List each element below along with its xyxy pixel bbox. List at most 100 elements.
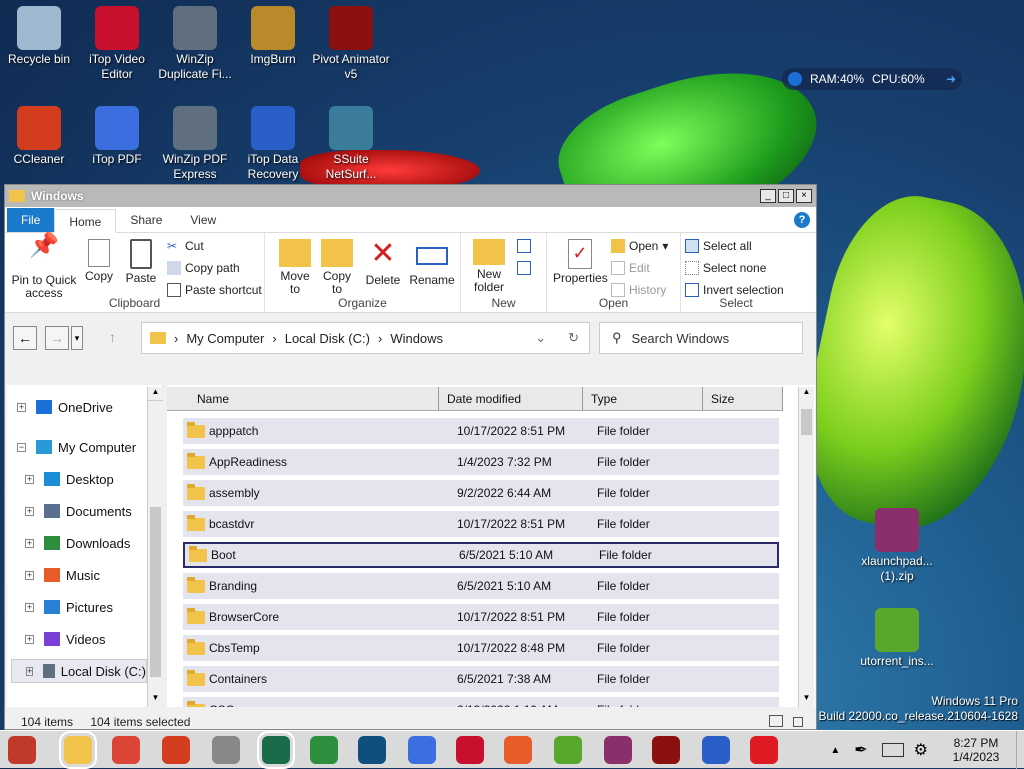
scroll-down-arrow[interactable]: ▼ [148,693,163,707]
tab-share[interactable]: Share [116,208,176,232]
file-row[interactable]: BrowserCore 10/17/2022 8:51 PM File folder [183,604,779,630]
address-bar[interactable]: › My Computer › Local Disk (C:) › Window… [141,322,590,354]
nav-item[interactable]: + Pictures [25,595,113,619]
nav-item[interactable]: − My Computer [17,435,136,459]
file-row[interactable]: bcastdvr 10/17/2022 8:51 PM File folder [183,511,779,537]
updater-icon[interactable] [257,731,295,769]
desktop-icon[interactable]: Recycle bin [0,6,78,67]
itop-pdf-icon[interactable] [408,736,436,764]
new-item-button[interactable] [517,239,531,253]
title-bar[interactable]: Windows _ □ × [5,185,816,207]
show-desktop-button[interactable] [1016,731,1024,769]
scroll-thumb[interactable] [801,409,812,435]
file-row[interactable]: CbsTemp 10/17/2022 8:48 PM File folder [183,635,779,661]
nav-item[interactable]: + Downloads [25,531,130,555]
file-row[interactable]: CSC2/13/2022 1:19 AMFile folder [183,697,779,707]
arrow-right-icon[interactable]: ➜ [946,72,956,86]
scroll-up-arrow[interactable]: ▲ [148,387,163,401]
file-row[interactable]: assembly 9/2/2022 6:44 AM File folder [183,480,779,506]
scroll-down-arrow[interactable]: ▼ [799,693,814,707]
edit-button[interactable]: Edit [611,261,650,275]
delete-button[interactable]: ✕ Delete [363,239,403,287]
video-editor-icon[interactable] [456,736,484,764]
column-name[interactable]: Name [167,387,439,411]
search-input[interactable]: ⚲ Search Windows [599,322,803,354]
breadcrumb-windows[interactable]: Windows [390,331,443,346]
nav-item[interactable]: + OneDrive [17,395,113,419]
file-row[interactable]: Boot 6/5/2021 5:10 AM File folder [183,542,779,568]
tab-home[interactable]: Home [54,209,117,233]
pin-quick-access-button[interactable]: 📌 Pin to Quick access [9,234,79,300]
expand-icon[interactable]: + [25,538,34,548]
vpn-icon[interactable] [504,736,532,764]
invert-selection-button[interactable]: Invert selection [685,283,784,297]
file-explorer-icon[interactable] [59,731,97,769]
nav-item[interactable]: + Videos [25,627,106,651]
move-to-button[interactable]: Move to [277,239,313,296]
minimize-button[interactable]: _ [760,189,776,203]
close-button[interactable]: × [796,189,812,203]
refresh-icon[interactable]: ↻ [568,330,579,346]
expand-icon[interactable]: + [25,506,34,516]
nav-item[interactable]: + Documents [25,499,132,523]
desktop-icon[interactable]: Pivot Animator v5 [312,6,390,82]
nav-scrollbar[interactable]: ▲ ▼ [147,387,163,707]
new-folder-button[interactable]: New folder [467,239,511,294]
system-monitor-widget[interactable]: RAM:40% CPU:60% ➜ [782,68,962,90]
tab-file[interactable]: File [7,208,55,232]
data-recovery-icon[interactable] [702,736,730,764]
copy-path-button[interactable]: Copy path [167,261,240,275]
open-button[interactable]: Open ▾ [611,239,668,253]
maximize-button[interactable]: □ [778,189,794,203]
clock[interactable]: 8:27 PM 1/4/2023 [936,736,1016,764]
nav-item[interactable]: + Local Disk (C:) [11,659,147,683]
paste-shortcut-button[interactable]: Paste shortcut [167,283,262,297]
breadcrumb-local-disk[interactable]: Local Disk (C:) [285,331,370,346]
expand-icon[interactable]: + [17,402,26,412]
easy-access-button[interactable] [517,261,531,275]
desktop-icon[interactable]: CCleaner [0,106,78,167]
column-type[interactable]: Type [583,387,703,411]
cut-button[interactable]: ✂ Cut [167,239,204,253]
desktop-icon[interactable]: WinZip Duplicate Fi... [156,6,234,82]
recent-locations-button[interactable]: ▾ [71,326,83,350]
forward-button[interactable]: → [45,326,69,350]
copy-button[interactable]: Copy [81,239,117,283]
copy-to-button[interactable]: Copy to [319,239,355,296]
desktop-icon[interactable]: iTop Data Recovery [234,106,312,182]
history-button[interactable]: History [611,283,666,297]
expand-icon[interactable]: + [25,570,34,580]
details-view-icon[interactable] [769,715,783,727]
ccleaner-icon[interactable] [162,736,190,764]
large-icons-view-icon[interactable] [793,717,803,727]
expand-icon[interactable]: + [26,666,34,676]
chrome-icon[interactable] [112,736,140,764]
chevron-down-icon[interactable]: ⌄ [535,330,546,346]
start-icon[interactable] [8,736,36,764]
nav-item[interactable]: + Desktop [25,467,114,491]
winrar-icon[interactable] [604,736,632,764]
chevron-up-icon[interactable]: ▲ [830,745,840,756]
desktop-icon[interactable]: SSuite NetSurf... [312,106,390,182]
select-all-button[interactable]: Select all [685,239,752,253]
keyboard-icon[interactable] [881,743,904,757]
file-row[interactable]: apppatch 10/17/2022 8:51 PM File folder [183,418,779,444]
file-row[interactable]: Branding 6/5/2021 5:10 AM File folder [183,573,779,599]
desktop-icon[interactable]: xlaunchpad... (1).zip [858,508,936,584]
nav-item[interactable]: + Music [25,563,100,587]
breadcrumb-my-computer[interactable]: My Computer [186,331,264,346]
desktop-icon[interactable]: iTop PDF [78,106,156,167]
collapse-icon[interactable]: − [17,442,26,452]
column-date-modified[interactable]: Date modified [439,387,583,411]
rename-button[interactable]: Rename [409,239,455,287]
utorrent-icon[interactable] [554,736,582,764]
scroll-up-arrow[interactable]: ▲ [799,387,814,401]
paste-button[interactable]: Paste [123,239,159,285]
uninstaller-icon[interactable] [212,736,240,764]
expand-icon[interactable]: + [25,634,34,644]
desktop-icon[interactable]: ImgBurn [234,6,312,67]
tab-view[interactable]: View [176,208,230,232]
gear-icon[interactable]: ⚙ [914,740,928,760]
expand-icon[interactable]: + [25,474,34,484]
ccleaner-pro-icon[interactable] [358,736,386,764]
